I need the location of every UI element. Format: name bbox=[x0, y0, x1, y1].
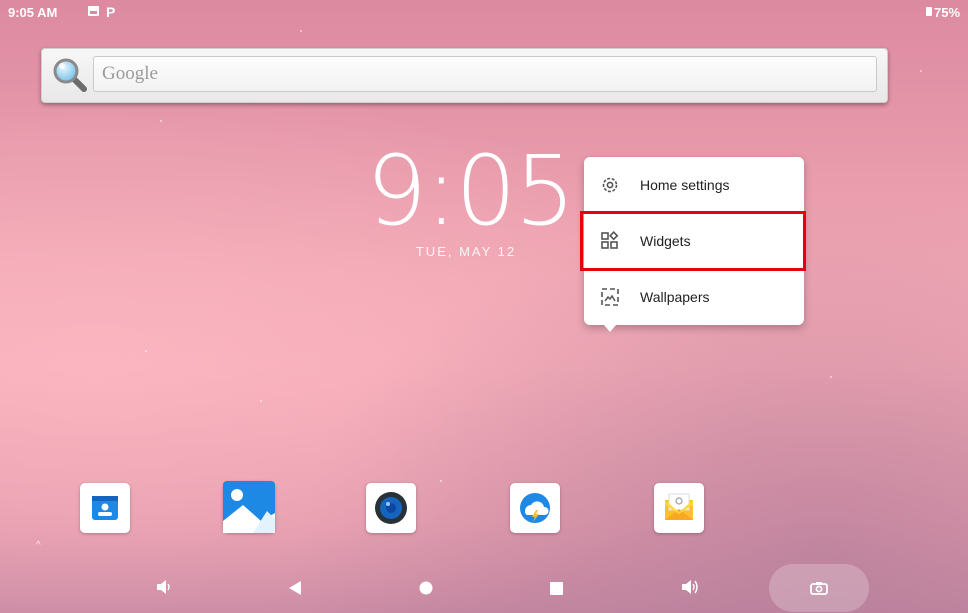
menu-item-wallpapers[interactable]: Wallpapers bbox=[584, 269, 804, 325]
volume-up-icon[interactable] bbox=[680, 578, 700, 596]
clock-time[interactable]: 9:05 bbox=[366, 135, 576, 247]
wallpaper-sparkle bbox=[145, 350, 147, 352]
email-icon[interactable] bbox=[654, 483, 704, 533]
menu-item-label: Home settings bbox=[640, 177, 730, 193]
wallpaper-sparkle bbox=[440, 480, 442, 482]
wallpaper-sparkle bbox=[920, 70, 922, 72]
wallpaper-sparkle bbox=[160, 120, 162, 122]
recents-icon[interactable] bbox=[550, 582, 563, 595]
menu-pointer bbox=[604, 325, 616, 332]
clock-date: TUE, MAY 12 bbox=[415, 244, 517, 259]
wallpaper-sparkle bbox=[260, 400, 262, 402]
screenshot-button[interactable] bbox=[769, 564, 869, 612]
weather-glyph bbox=[520, 493, 550, 523]
home-icon[interactable] bbox=[419, 581, 433, 595]
volume-down-icon[interactable] bbox=[155, 578, 171, 596]
wallpaper-icon bbox=[601, 288, 619, 306]
contacts-icon[interactable] bbox=[80, 483, 130, 533]
email-glyph bbox=[665, 493, 693, 520]
gallery-glyph bbox=[223, 481, 275, 533]
google-search-widget[interactable]: Google bbox=[41, 48, 888, 103]
p-icon: P bbox=[106, 4, 116, 20]
gallery-icon[interactable] bbox=[223, 481, 275, 533]
app-drawer-chevron-icon[interactable]: ^ bbox=[36, 540, 41, 551]
search-input[interactable]: Google bbox=[93, 56, 877, 92]
status-time: 9:05 AM bbox=[8, 5, 58, 20]
screenshot-icon bbox=[810, 582, 828, 595]
highlight-annotation bbox=[580, 211, 806, 271]
gear-icon bbox=[602, 177, 618, 193]
music-icon[interactable] bbox=[366, 483, 416, 533]
search-icon[interactable] bbox=[50, 55, 90, 95]
menu-item-label: Wallpapers bbox=[640, 289, 710, 305]
image-icon bbox=[88, 6, 99, 16]
weather-icon[interactable] bbox=[510, 483, 560, 533]
status-bar: 9:05 AM P 75% bbox=[0, 0, 968, 24]
battery-icon bbox=[926, 7, 932, 16]
music-glyph bbox=[375, 492, 407, 524]
battery-level: 75% bbox=[934, 5, 961, 20]
contacts-glyph bbox=[92, 496, 118, 520]
home-screen[interactable]: 9:05 AM P 75% Google 9:05 TUE, MAY 12 Ho… bbox=[0, 0, 968, 613]
menu-item-home-settings[interactable]: Home settings bbox=[584, 157, 804, 213]
wallpaper-sparkle bbox=[830, 376, 832, 378]
wallpaper-sparkle bbox=[300, 30, 302, 32]
back-icon[interactable] bbox=[288, 581, 302, 595]
